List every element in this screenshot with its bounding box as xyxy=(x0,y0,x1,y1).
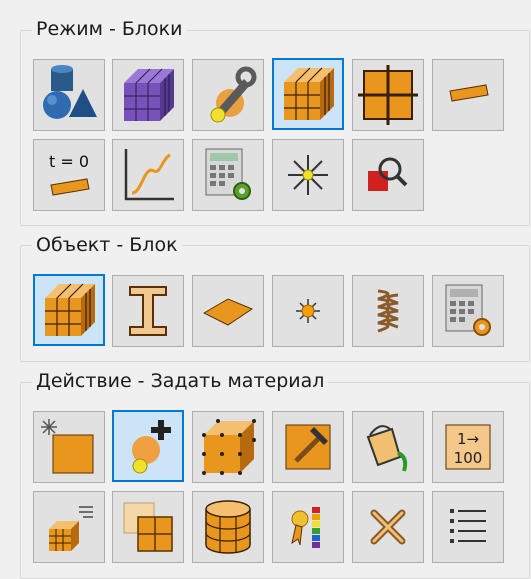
svg-text:100: 100 xyxy=(454,449,483,467)
block-icon xyxy=(284,67,334,120)
new-block-icon xyxy=(41,419,94,474)
tools-icon xyxy=(210,66,257,123)
block-icon xyxy=(45,283,95,336)
i-beam-button[interactable] xyxy=(112,275,184,347)
grid-icon xyxy=(358,65,418,125)
primitives-icon xyxy=(43,65,97,119)
light-icon xyxy=(288,155,328,195)
object-calculator-button[interactable] xyxy=(432,275,504,347)
plank-button[interactable] xyxy=(432,59,504,131)
delete-icon xyxy=(370,509,406,545)
block-mode-button[interactable] xyxy=(272,58,344,130)
svg-text:1→: 1→ xyxy=(457,430,479,448)
purple-block-button[interactable] xyxy=(112,59,184,131)
grid-button[interactable] xyxy=(352,59,424,131)
primitives-button[interactable] xyxy=(33,59,105,131)
mode-group-title: Режим - Блоки xyxy=(32,18,187,40)
add-material-button[interactable] xyxy=(112,410,184,482)
list-button[interactable] xyxy=(432,491,504,563)
cylinder-icon xyxy=(205,500,251,554)
spring-button[interactable] xyxy=(352,275,424,347)
object-block-button[interactable] xyxy=(33,274,105,346)
paint-bucket-button[interactable] xyxy=(352,411,424,483)
material-ribbon-button[interactable] xyxy=(272,491,344,563)
initial-condition-button[interactable]: t = 0 xyxy=(33,139,105,211)
initial-condition-icon: t = 0 xyxy=(49,152,90,196)
plank-icon xyxy=(449,84,489,102)
svg-text:t = 0: t = 0 xyxy=(49,152,89,171)
numbering-icon: 1→ 100 xyxy=(445,424,491,470)
small-block-button[interactable] xyxy=(33,491,105,563)
list-icon xyxy=(450,509,486,543)
calculator-icon xyxy=(445,284,491,336)
object-group-title: Объект - Блок xyxy=(32,234,182,256)
small-block-icon xyxy=(49,506,93,551)
spring-icon xyxy=(377,289,399,333)
point-light-button[interactable] xyxy=(272,275,344,347)
light-button[interactable] xyxy=(272,139,344,211)
purple-block-icon xyxy=(124,68,174,121)
action-group-title: Действие - Задать материал xyxy=(32,370,329,392)
zoom-icon xyxy=(368,157,408,191)
new-block-button[interactable] xyxy=(33,411,105,483)
numbering-button[interactable]: 1→ 100 xyxy=(432,411,504,483)
plate-button[interactable] xyxy=(192,275,264,347)
layers-icon xyxy=(123,502,173,552)
box-nodes-icon xyxy=(202,419,256,475)
i-beam-icon xyxy=(129,286,167,336)
graph-icon xyxy=(124,149,174,201)
material-ribbon-icon xyxy=(291,507,320,548)
layers-button[interactable] xyxy=(112,491,184,563)
hammer-button[interactable] xyxy=(272,411,344,483)
add-material-icon xyxy=(132,420,171,474)
tools-button[interactable] xyxy=(192,59,264,131)
calculator-button[interactable] xyxy=(192,139,264,211)
hammer-icon xyxy=(285,424,331,470)
plate-icon xyxy=(202,298,254,326)
cylinder-button[interactable] xyxy=(192,491,264,563)
box-nodes-button[interactable] xyxy=(192,411,264,483)
calculator-icon xyxy=(205,148,251,200)
zoom-button[interactable] xyxy=(352,139,424,211)
graph-button[interactable] xyxy=(112,139,184,211)
paint-bucket-icon xyxy=(366,425,408,472)
point-light-icon xyxy=(296,299,320,323)
delete-button[interactable] xyxy=(352,491,424,563)
